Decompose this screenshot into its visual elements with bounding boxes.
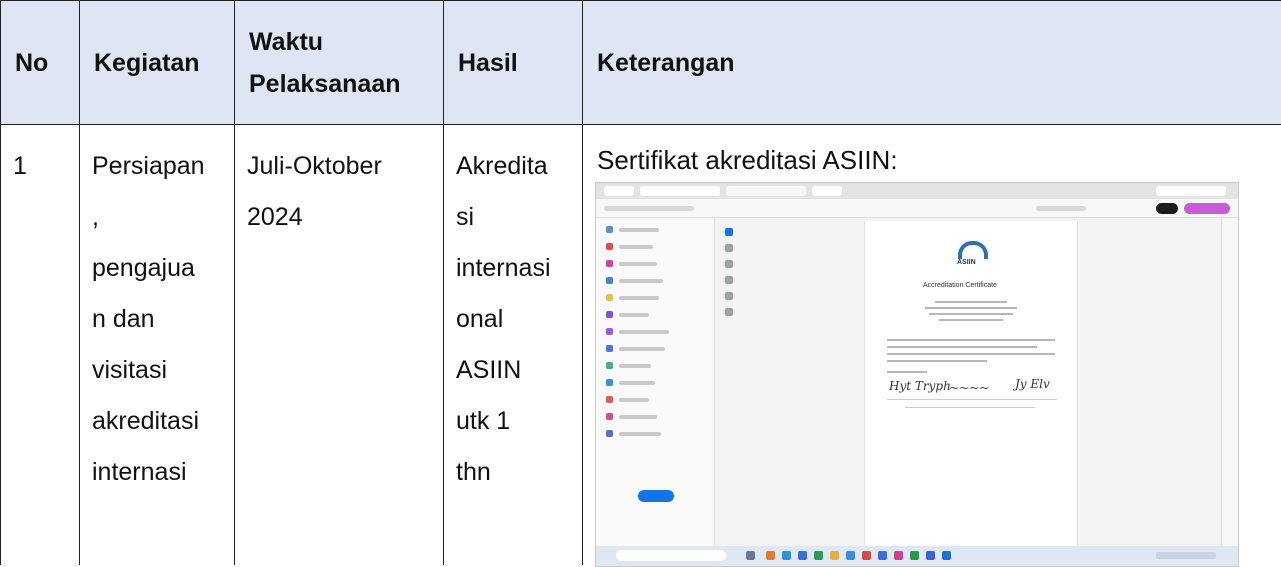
hasil-line: onal — [456, 294, 582, 345]
header-waktu: Waktu Pelaksanaan — [235, 1, 444, 125]
share-button — [1156, 203, 1178, 214]
viewer-toolbar — [596, 199, 1238, 218]
primary-button — [638, 490, 674, 502]
asiin-logo-text: ASIIN — [957, 259, 976, 266]
hasil-line: Akredita — [456, 141, 582, 192]
certificate-screenshot: ASIIN Accreditation Certificate Hyt Tryp… — [595, 182, 1239, 567]
taskbar-search — [616, 550, 726, 561]
kegiatan-line: , — [92, 192, 234, 243]
kegiatan-line: visitasi — [92, 345, 234, 396]
tool-rail — [722, 228, 736, 324]
hasil-line: utk 1 — [456, 396, 582, 447]
header-hasil: Hasil — [444, 1, 583, 125]
waktu-line: 2024 — [247, 192, 443, 243]
header-keterangan: Keterangan — [583, 1, 1281, 125]
signature: ~~~~ — [949, 381, 989, 395]
kegiatan-line: n dan — [92, 294, 234, 345]
header-row: No Kegiatan Waktu Pelaksanaan Hasil Kete… — [1, 1, 1281, 125]
signature: Jy Elv — [1015, 377, 1050, 391]
browser-tab — [604, 186, 634, 196]
tools-sidebar — [596, 218, 715, 546]
header-no: No — [1, 1, 80, 125]
find-text — [1036, 206, 1086, 211]
header-waktu-line1: Waktu — [249, 21, 443, 63]
kegiatan-line: akreditasi — [92, 396, 234, 447]
asiin-logo — [958, 241, 988, 259]
certificate-page: ASIIN Accreditation Certificate Hyt Tryp… — [864, 221, 1078, 546]
cell-no: 1 — [1, 125, 80, 566]
hasil-line: thn — [456, 447, 582, 498]
system-tray — [1156, 552, 1216, 559]
ai-assistant-button — [1184, 203, 1230, 214]
hasil-line: si — [456, 192, 582, 243]
signature: Hyt Tryph — [889, 379, 951, 393]
cell-kegiatan: Persiapan , pengajua n dan visitasi akre… — [80, 125, 235, 566]
certificate-title: Accreditation Certificate — [923, 282, 997, 289]
window-controls — [1156, 186, 1226, 196]
right-toolbar — [1221, 218, 1238, 546]
header-waktu-line2: Pelaksanaan — [249, 63, 443, 105]
kegiatan-line: pengajua — [92, 243, 234, 294]
hasil-line: internasi — [456, 243, 582, 294]
header-kegiatan: Kegiatan — [80, 1, 235, 125]
row-number: 1 — [13, 141, 79, 192]
menu-items — [604, 206, 694, 211]
browser-tab — [812, 186, 842, 196]
browser-tab — [726, 186, 806, 196]
browser-tabbar — [596, 183, 1238, 199]
cell-waktu: Juli-Oktober 2024 — [235, 125, 444, 566]
windows-taskbar — [596, 546, 1238, 566]
kegiatan-line: internasi — [92, 447, 234, 498]
waktu-line: Juli-Oktober — [247, 141, 443, 192]
cell-hasil: Akredita si internasi onal ASIIN utk 1 t… — [444, 125, 583, 566]
keterangan-title: Sertifikat akreditasi ASIIN: — [583, 125, 1281, 175]
browser-tab — [640, 186, 720, 196]
hasil-line: ASIIN — [456, 345, 582, 396]
kegiatan-line: Persiapan — [92, 141, 234, 192]
